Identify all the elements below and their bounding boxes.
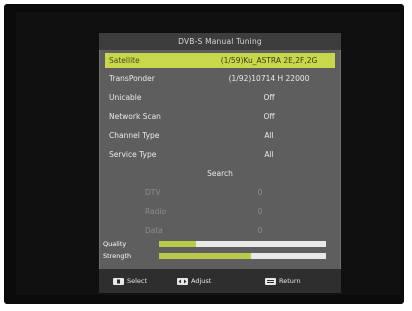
channel-type-row[interactable]: Channel Type All <box>105 128 335 143</box>
data-count-row: Data 0 <box>105 223 335 238</box>
select-hint: Select <box>113 276 147 286</box>
quality-label: Quality <box>103 240 127 248</box>
strength-bar-track <box>159 253 326 259</box>
radio-count: 0 <box>257 207 263 216</box>
channel-type-value: All <box>264 131 274 140</box>
data-count: 0 <box>257 226 263 235</box>
search-label: Search <box>207 169 233 178</box>
menu-key-icon <box>265 277 276 285</box>
service-type-value: All <box>264 150 274 159</box>
channel-type-label: Channel Type <box>109 131 160 140</box>
dtv-count: 0 <box>257 188 263 197</box>
quality-bar-track <box>159 241 326 247</box>
select-key-icon <box>113 277 124 285</box>
radio-label: Radio <box>145 207 167 216</box>
satellite-value: (1/59)Ku_ASTRA 2E,2F,2G <box>220 56 318 65</box>
satellite-row[interactable]: Satellite (1/59)Ku_ASTRA 2E,2F,2G <box>105 53 335 68</box>
strength-meter: Strength <box>99 251 341 261</box>
quality-meter: Quality <box>99 239 341 249</box>
dtv-count-row: DTV 0 <box>105 185 335 200</box>
adjust-hint: Adjust <box>177 276 211 286</box>
manual-tuning-panel: DVB-S Manual Tuning Satellite (1/59)Ku_A… <box>99 33 341 293</box>
network-scan-value: Off <box>263 112 275 121</box>
radio-count-row: Radio 0 <box>105 204 335 219</box>
unicable-value: Off <box>263 93 275 102</box>
strength-bar-fill <box>159 253 251 259</box>
network-scan-label: Network Scan <box>109 112 161 121</box>
service-type-row[interactable]: Service Type All <box>105 147 335 162</box>
adjust-hint-label: Adjust <box>191 277 212 285</box>
return-hint: Return <box>265 276 301 286</box>
return-hint-label: Return <box>279 277 301 285</box>
transponder-row[interactable]: TransPonder (1/92)10714 H 22000 <box>105 71 335 86</box>
network-scan-row[interactable]: Network Scan Off <box>105 109 335 124</box>
unicable-row[interactable]: Unicable Off <box>105 90 335 105</box>
select-hint-label: Select <box>127 277 148 285</box>
search-button[interactable]: Search <box>105 166 335 181</box>
satellite-label: Satellite <box>109 56 140 65</box>
dtv-label: DTV <box>145 188 161 197</box>
panel-title: DVB-S Manual Tuning <box>99 33 341 50</box>
strength-label: Strength <box>103 252 132 260</box>
left-right-key-icon <box>177 277 188 285</box>
transponder-value: (1/92)10714 H 22000 <box>228 74 310 83</box>
transponder-label: TransPonder <box>109 74 155 83</box>
service-type-label: Service Type <box>109 150 157 159</box>
data-label: Data <box>145 226 163 235</box>
key-hint-bar: Select Adjust Return <box>99 269 341 293</box>
unicable-label: Unicable <box>109 93 142 102</box>
quality-bar-fill <box>159 241 196 247</box>
